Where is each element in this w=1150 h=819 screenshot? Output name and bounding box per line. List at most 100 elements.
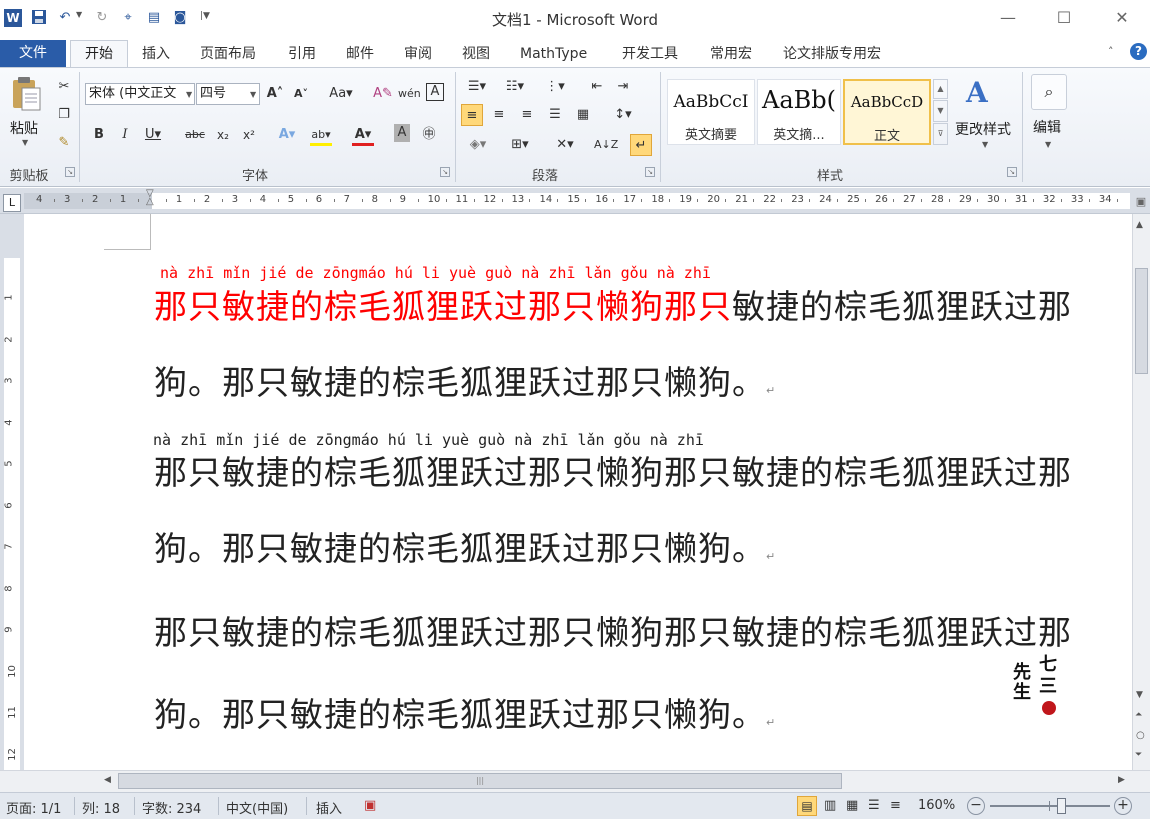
paste-button-label[interactable]: 粘贴 xyxy=(10,118,38,138)
scroll-left-icon[interactable]: ◀ xyxy=(104,775,111,785)
tab-mailings[interactable]: 邮件 xyxy=(346,44,374,66)
styles-scroll-down-icon[interactable]: ▼ xyxy=(933,100,948,122)
browse-object-icon[interactable]: ○ xyxy=(1136,730,1145,741)
tab-selector-icon[interactable]: L xyxy=(3,194,21,212)
close-button[interactable]: ✕ xyxy=(1099,6,1145,30)
shrink-font-icon[interactable]: A˅ xyxy=(290,83,312,105)
change-styles-icon[interactable]: A xyxy=(966,76,988,109)
clipboard-launcher-icon[interactable]: ↘ xyxy=(65,167,75,177)
bullets-icon[interactable]: ☰▾ xyxy=(462,76,492,98)
web-layout-icon[interactable]: ▦ xyxy=(846,798,858,813)
increase-indent-icon[interactable]: ⇥ xyxy=(612,76,634,98)
enclosed-characters-icon[interactable]: ㊥ xyxy=(418,124,440,146)
horizontal-scroll-thumb[interactable]: ||| xyxy=(118,773,842,789)
insert-mode[interactable]: 插入 xyxy=(316,798,342,817)
text-effects-icon[interactable]: A▾ xyxy=(276,124,298,146)
zoom-level[interactable]: 160% xyxy=(918,798,955,813)
document-line-3[interactable]: 那只敏捷的棕毛狐狸跃过那只懒狗那只敏捷的棕毛狐狸跃过那 xyxy=(154,446,1072,494)
paste-icon[interactable] xyxy=(10,76,42,112)
change-styles-label[interactable]: 更改样式 xyxy=(955,119,1011,139)
tab-developer[interactable]: 开发工具 xyxy=(622,44,678,66)
clear-formatting-icon[interactable]: A✎ xyxy=(372,83,394,105)
character-shading-icon[interactable]: A xyxy=(394,124,410,142)
tab-file[interactable]: 文件 xyxy=(0,40,66,67)
style-normal[interactable]: AaBbCcD 正文 xyxy=(843,79,931,145)
tab-home[interactable]: 开始 xyxy=(70,40,128,68)
zoom-in-icon[interactable]: + xyxy=(1114,797,1132,815)
ruler-toggle-icon[interactable]: ▣ xyxy=(1133,195,1149,211)
style-english-abstract[interactable]: AaBbCcI 英文摘要 xyxy=(667,79,755,145)
document-line-5[interactable]: 那只敏捷的棕毛狐狸跃过那只懒狗那只敏捷的棕毛狐狸跃过那 xyxy=(154,606,1072,654)
minimize-ribbon-icon[interactable]: ˄ xyxy=(1108,45,1114,58)
cut-icon[interactable]: ✂ xyxy=(53,76,75,98)
macro-record-icon[interactable]: ▣ xyxy=(364,798,376,813)
borders-icon[interactable]: ⊞▾ xyxy=(504,134,536,156)
column-indicator[interactable]: 列: 18 xyxy=(82,798,120,817)
subscript-icon[interactable]: x₂ xyxy=(212,124,234,146)
highlight-icon[interactable]: ab▾ xyxy=(310,124,332,146)
scroll-right-icon[interactable]: ▶ xyxy=(1118,775,1125,785)
chinese-layout-icon[interactable]: ✕▾ xyxy=(550,134,580,156)
help-icon[interactable]: ? xyxy=(1130,43,1147,60)
vertical-ruler[interactable]: 1 2 3 4 5 6 7 8 9 10 11 12 xyxy=(0,214,24,770)
change-case-icon[interactable]: Aa▾ xyxy=(326,83,356,105)
numbering-icon[interactable]: ☷▾ xyxy=(500,76,530,98)
decrease-indent-icon[interactable]: ⇤ xyxy=(586,76,608,98)
page-indicator[interactable]: 页面: 1/1 xyxy=(6,798,61,817)
format-painter-icon[interactable]: ✎ xyxy=(53,132,75,154)
paste-dropdown-icon[interactable]: ▼ xyxy=(22,138,28,147)
document-line-4[interactable]: 狗。那只敏捷的棕毛狐狸跃过那只懒狗。↵ xyxy=(154,522,775,570)
change-styles-dropdown-icon[interactable]: ▼ xyxy=(982,140,988,149)
tab-insert[interactable]: 插入 xyxy=(142,44,170,66)
superscript-icon[interactable]: x² xyxy=(238,124,260,146)
find-icon[interactable]: ⌕ xyxy=(1031,74,1067,110)
phonetic-guide-icon[interactable]: wén xyxy=(398,83,421,105)
character-border-icon[interactable]: A xyxy=(426,83,444,101)
styles-more-icon[interactable]: ⊽ xyxy=(933,123,948,145)
next-page-icon[interactable]: ⏷ xyxy=(1135,750,1142,760)
font-size-dropdown-icon[interactable]: ▼ xyxy=(250,90,256,99)
show-marks-icon[interactable]: ↵ xyxy=(630,134,652,156)
bold-icon[interactable]: B xyxy=(88,124,110,146)
tab-common-macros[interactable]: 常用宏 xyxy=(710,44,752,66)
multilevel-list-icon[interactable]: ⋮▾ xyxy=(540,76,570,98)
maximize-button[interactable]: ☐ xyxy=(1041,6,1087,30)
word-count[interactable]: 字数: 234 xyxy=(142,798,201,817)
document-line-6[interactable]: 狗。那只敏捷的棕毛狐狸跃过那只懒狗。↵ xyxy=(154,688,775,736)
full-screen-reading-icon[interactable]: ▥ xyxy=(824,798,836,813)
zoom-slider-thumb[interactable] xyxy=(1057,798,1066,814)
document-line-2[interactable]: 狗。那只敏捷的棕毛狐狸跃过那只懒狗。↵ xyxy=(154,356,775,404)
scroll-up-icon[interactable]: ▲ xyxy=(1136,220,1143,230)
tab-review[interactable]: 审阅 xyxy=(404,44,432,66)
draft-view-icon[interactable]: ≡ xyxy=(890,798,901,813)
align-left-icon[interactable]: ≡ xyxy=(461,104,483,126)
align-right-icon[interactable]: ≡ xyxy=(516,104,538,126)
tab-view[interactable]: 视图 xyxy=(462,44,490,66)
tab-page-layout[interactable]: 页面布局 xyxy=(200,44,256,66)
font-launcher-icon[interactable]: ↘ xyxy=(440,167,450,177)
vertical-scroll-thumb[interactable] xyxy=(1135,268,1148,374)
font-name-dropdown-icon[interactable]: ▼ xyxy=(186,90,192,99)
paragraph-launcher-icon[interactable]: ↘ xyxy=(645,167,655,177)
document-line-1[interactable]: 那只敏捷的棕毛狐狸跃过那只懒狗那只敏捷的棕毛狐狸跃过那 xyxy=(154,280,1072,328)
font-name-combo[interactable]: 宋体 (中文正文 xyxy=(85,83,195,105)
style-english-abstract-2[interactable]: AaBb( 英文摘... xyxy=(757,79,841,145)
line-spacing-icon[interactable]: ↕▾ xyxy=(608,104,638,126)
font-color-icon[interactable]: A▾ xyxy=(352,124,374,146)
tab-thesis-macros[interactable]: 论文排版专用宏 xyxy=(783,44,881,66)
zoom-slider[interactable] xyxy=(990,798,1110,814)
italic-icon[interactable]: I xyxy=(114,124,136,146)
horizontal-ruler[interactable]: 4 3 2 1 1 2 3 4 5 6 7 8 9 10 11 12 13 14 15 16 17 18 19 20 21 22 2… xyxy=(0,188,1150,214)
indent-marker-icon[interactable]: ▽ △ xyxy=(146,189,154,207)
strikethrough-icon[interactable]: abc xyxy=(184,124,206,146)
previous-page-icon[interactable]: ⏶ xyxy=(1135,710,1142,720)
vertical-scrollbar[interactable]: ▲ ▼ ⏶ ○ ⏷ xyxy=(1132,214,1150,770)
horizontal-scrollbar[interactable]: ◀ ||| ▶ xyxy=(0,770,1150,792)
editing-dropdown-icon[interactable]: ▼ xyxy=(1045,140,1051,149)
minimize-button[interactable]: — xyxy=(985,6,1031,30)
styles-launcher-icon[interactable]: ↘ xyxy=(1007,167,1017,177)
underline-icon[interactable]: U▾ xyxy=(142,124,164,146)
justify-icon[interactable]: ☰ xyxy=(544,104,566,126)
print-layout-view-icon[interactable]: ▤ xyxy=(797,796,817,816)
grow-font-icon[interactable]: A˄ xyxy=(264,83,286,105)
